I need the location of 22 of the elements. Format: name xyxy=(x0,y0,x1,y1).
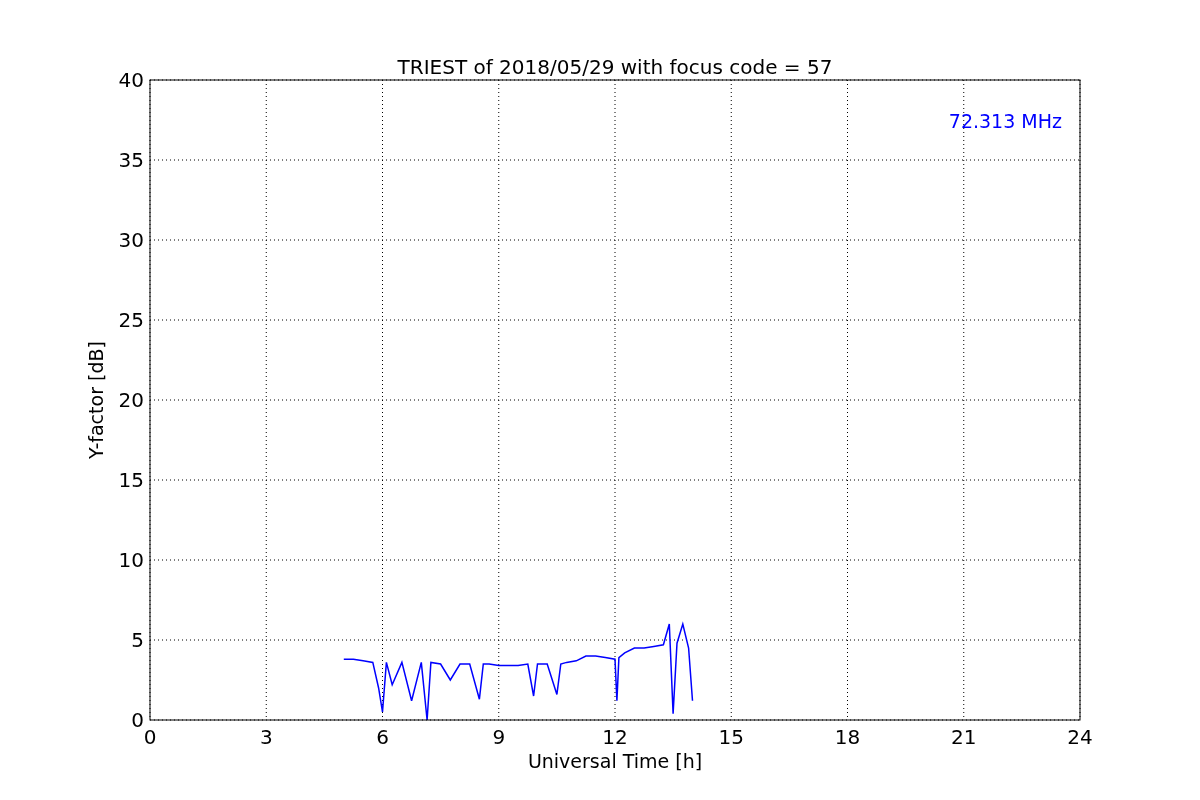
x-tick-label: 24 xyxy=(1067,725,1093,749)
y-tick-label: 25 xyxy=(118,308,144,332)
y-tick-label: 10 xyxy=(118,548,144,572)
x-tick-label: 12 xyxy=(602,725,628,749)
y-tick-label: 35 xyxy=(118,148,144,172)
series-label: 72.313 MHz xyxy=(948,110,1062,132)
x-tick-label: 9 xyxy=(492,725,506,749)
x-axis-label: Universal Time [h] xyxy=(527,750,703,772)
chart-title: TRIEST of 2018/05/29 with focus code = 57 xyxy=(397,55,833,79)
y-axis-label: Y-factor [dB] xyxy=(85,341,107,459)
y-tick-label: 20 xyxy=(118,388,144,412)
x-tick-label: 6 xyxy=(376,725,389,749)
y-tick-label: 15 xyxy=(118,468,144,492)
y-tick-label: 5 xyxy=(131,628,144,652)
x-tick-label: 15 xyxy=(718,725,744,749)
x-tick-label: 18 xyxy=(834,725,861,749)
x-tick-label: 0 xyxy=(143,725,157,749)
x-tick-label: 21 xyxy=(951,725,977,749)
y-tick-label: 40 xyxy=(118,68,144,92)
x-tick-label: 3 xyxy=(259,725,273,749)
y-tick-label: 30 xyxy=(118,228,144,252)
y-tick-label: 0 xyxy=(131,708,144,732)
